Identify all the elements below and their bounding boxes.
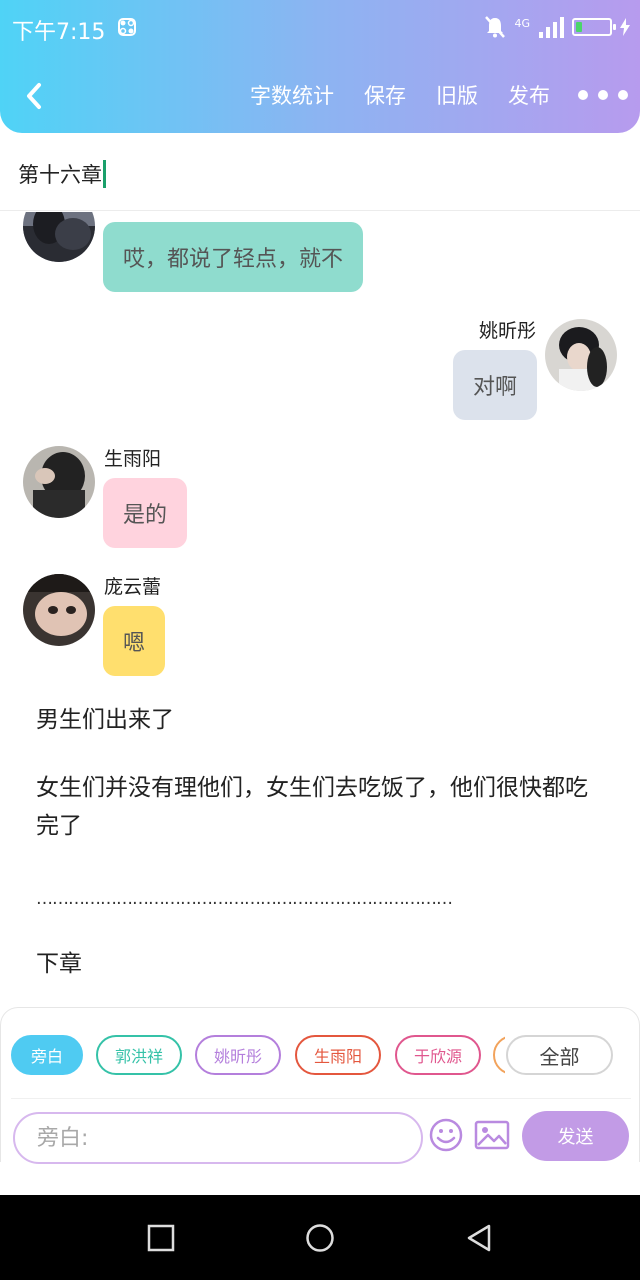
chapter-title-text: 第十六章: [18, 163, 102, 187]
status-time: 下午7:15: [12, 20, 106, 45]
publish-button[interactable]: 发布: [508, 80, 550, 110]
divider: [11, 1098, 631, 1099]
old-version-button[interactable]: 旧版: [436, 80, 478, 110]
nav-back-icon[interactable]: [464, 1223, 494, 1253]
message-bubble[interactable]: 对啊: [452, 350, 537, 420]
narration-separator: ……………………………………………………………………: [36, 889, 453, 909]
signal-icon: [539, 17, 564, 38]
send-button[interactable]: 发送: [522, 1111, 629, 1161]
message-input[interactable]: [13, 1112, 423, 1164]
message-bubble[interactable]: 是的: [103, 478, 188, 548]
network-type: 4G: [514, 16, 530, 30]
role-chip-partial[interactable]: [493, 1035, 505, 1075]
role-chip[interactable]: 姚昕彤: [195, 1035, 281, 1075]
save-button[interactable]: 保存: [364, 80, 406, 110]
charging-bolt-icon: [620, 18, 630, 36]
text-cursor: [103, 160, 106, 188]
avatar[interactable]: [23, 574, 95, 646]
more-dot: [578, 90, 588, 100]
more-options-button[interactable]: [578, 90, 628, 100]
all-roles-button[interactable]: 全部: [506, 1035, 613, 1075]
role-chip-narrator[interactable]: 旁白: [11, 1035, 83, 1075]
screen-mirror-icon: [118, 18, 136, 36]
system-nav-bar: [0, 1195, 640, 1280]
word-count-button[interactable]: 字数统计: [250, 80, 334, 110]
battery-cap: [613, 24, 616, 30]
home-icon[interactable]: [305, 1223, 335, 1253]
chapter-title: 第十六章: [18, 159, 106, 190]
role-selector: 旁白 郭洪祥 姚昕彤 生雨阳 于欣源: [11, 1035, 505, 1077]
chapter-title-field[interactable]: 第十六章: [0, 133, 640, 211]
avatar[interactable]: [23, 446, 95, 518]
message-bubble[interactable]: 哎，都说了轻点，就不: [103, 222, 364, 292]
battery-icon: [572, 18, 616, 36]
editor-toolbar: 字数统计 保存 旧版 发布: [220, 80, 628, 110]
recent-apps-icon[interactable]: [146, 1223, 176, 1253]
back-button[interactable]: [16, 76, 52, 116]
chevron-left-icon: [27, 83, 41, 109]
narration-paragraph: 男生们出来了: [36, 707, 174, 733]
avatar[interactable]: [23, 212, 95, 262]
image-icon[interactable]: [474, 1120, 510, 1150]
role-chip[interactable]: 生雨阳: [295, 1035, 381, 1075]
role-chip[interactable]: 于欣源: [395, 1035, 481, 1075]
speaker-name: 姚昕彤: [478, 320, 536, 342]
role-chip[interactable]: 郭洪祥: [96, 1035, 182, 1075]
more-dot: [598, 90, 608, 100]
battery-level: [576, 22, 583, 32]
speaker-name: 庞云蕾: [104, 576, 162, 598]
more-dot: [618, 90, 628, 100]
mute-bell-icon: [485, 16, 506, 38]
status-indicators: 4G: [484, 14, 630, 40]
app-header: 下午7:15 4G 字数统计 保存 旧版 发布: [0, 0, 640, 133]
chapter-content[interactable]: 哎，都说了轻点，就不 姚昕彤 对啊 生雨阳 是的 庞云蕾 嗯 男生们出来了 女生…: [0, 212, 640, 1007]
speaker-name: 生雨阳: [104, 448, 162, 470]
narration-paragraph: 下章: [36, 951, 82, 977]
avatar[interactable]: [545, 319, 617, 391]
narration-paragraph: 女生们并没有理他们，女生们去吃饭了，他们很快都吃完了: [36, 775, 588, 839]
emoji-icon[interactable]: [429, 1118, 463, 1152]
message-bubble[interactable]: 嗯: [103, 606, 166, 676]
